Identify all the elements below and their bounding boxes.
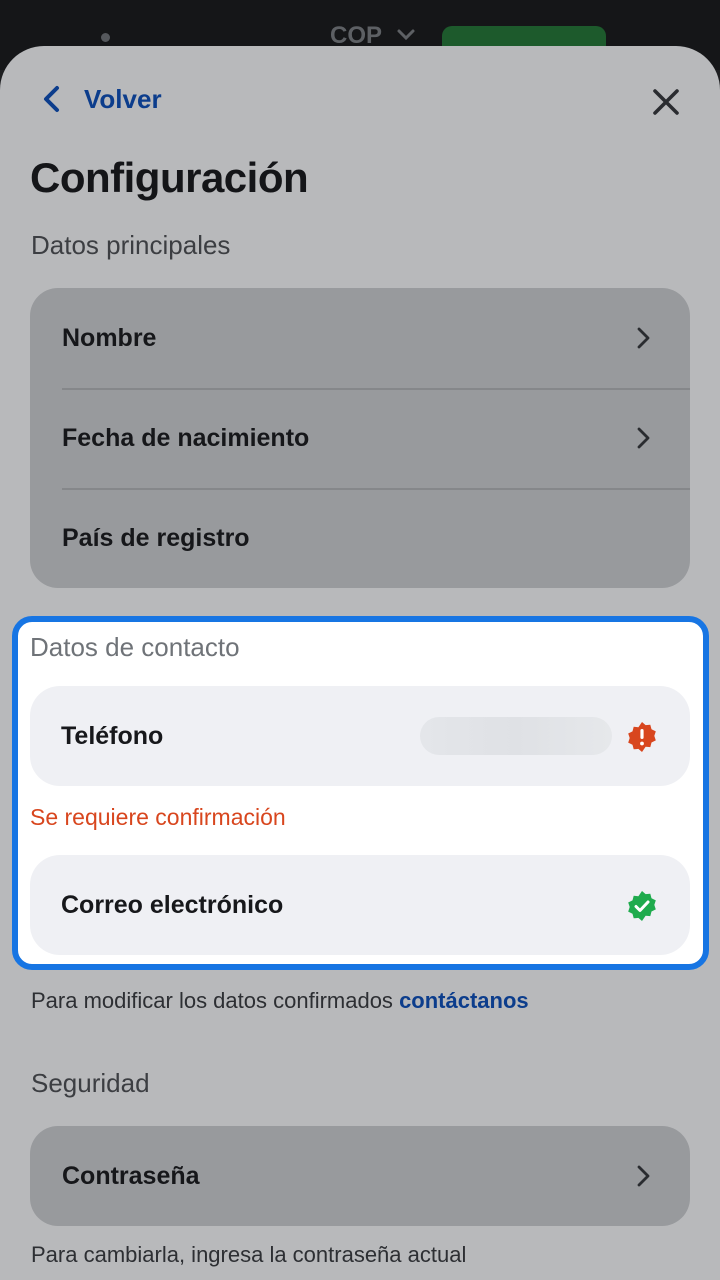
page-title: Configuración <box>30 154 309 201</box>
main-data-card: Nombre Fecha de nacimiento País de regis… <box>30 288 690 588</box>
section-label-security: Seguridad <box>31 1068 150 1098</box>
password-note: Para cambiarla, ingresa la contraseña ac… <box>31 1242 467 1267</box>
contact-note: Para modificar los datos confirmados con… <box>31 988 529 1014</box>
email-row[interactable]: Correo electrónico <box>30 855 690 955</box>
row-label: Contraseña <box>62 1161 200 1190</box>
settings-sheet: Volver Configuración Datos principales N… <box>0 46 720 1280</box>
back-label: Volver <box>84 83 162 114</box>
close-icon[interactable] <box>650 86 682 118</box>
row-password[interactable]: Contraseña <box>30 1126 690 1226</box>
verified-check-icon <box>628 891 656 921</box>
phone-row[interactable]: Teléfono <box>30 686 690 786</box>
section-label-main: Datos principales <box>31 230 231 260</box>
email-label: Correo electrónico <box>61 890 284 919</box>
security-card: Contraseña <box>30 1126 690 1226</box>
background-status-dot <box>101 33 110 42</box>
contact-us-link[interactable]: contáctanos <box>399 988 529 1013</box>
row-label: Fecha de nacimiento <box>62 423 310 452</box>
contact-section-highlight: Datos de contacto Teléfono Se requiere c… <box>12 616 709 970</box>
section-label-contact: Datos de contacto <box>30 632 240 662</box>
row-label: Nombre <box>62 323 157 352</box>
row-label: País de registro <box>62 523 250 552</box>
contact-note-text: Para modificar los datos confirmados <box>31 988 400 1013</box>
phone-confirmation-warning: Se requiere confirmación <box>30 804 286 830</box>
warning-icon <box>628 722 656 752</box>
chevron-right-icon <box>637 327 650 349</box>
chevron-down-icon <box>397 29 415 41</box>
phone-value-masked <box>420 717 612 755</box>
row-birthdate[interactable]: Fecha de nacimiento <box>30 388 690 488</box>
chevron-right-icon <box>637 1165 650 1187</box>
phone-label: Teléfono <box>61 721 164 750</box>
back-button[interactable]: Volver <box>40 82 162 116</box>
chevron-left-icon <box>44 86 59 112</box>
row-country: País de registro <box>30 488 690 588</box>
row-name[interactable]: Nombre <box>30 288 690 388</box>
chevron-right-icon <box>637 427 650 449</box>
